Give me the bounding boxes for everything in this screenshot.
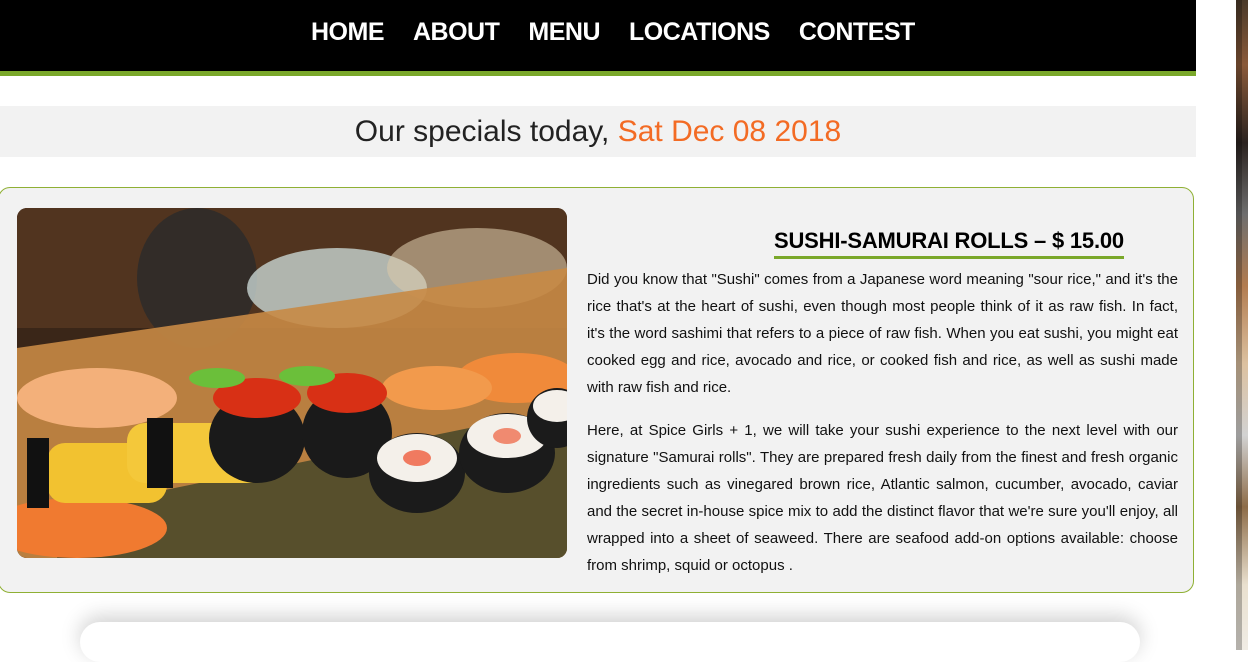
- nav-item-menu[interactable]: MENU: [528, 14, 600, 50]
- page: HOME ABOUT MENU LOCATIONS CONTEST Our sp…: [0, 0, 1196, 662]
- sushi-photo-illustration: [17, 208, 567, 558]
- window-edge: [1236, 0, 1242, 650]
- dish-description: Did you know that "Sushi" comes from a J…: [587, 266, 1178, 595]
- specials-prefix: Our specials today,: [354, 115, 618, 148]
- nav-item-locations[interactable]: LOCATIONS: [629, 14, 770, 50]
- window-gap: [1196, 0, 1236, 650]
- nav-item-home[interactable]: HOME: [311, 14, 385, 50]
- next-card-edge: [80, 622, 1140, 662]
- top-navbar: HOME ABOUT MENU LOCATIONS CONTEST: [0, 0, 1196, 76]
- nav-item-contest[interactable]: CONTEST: [799, 14, 915, 50]
- dish-paragraph: Here, at Spice Girls + 1, we will take y…: [587, 422, 1178, 574]
- sushi-photo: [17, 208, 567, 558]
- dish-paragraph: Did you know that "Sushi" comes from a J…: [587, 271, 1178, 396]
- dish-title: SUSHI-SAMURAI ROLLS – $ 15.00: [774, 228, 1124, 260]
- specials-heading: Our specials today, Sat Dec 08 2018: [0, 106, 1196, 157]
- nav-menu: HOME ABOUT MENU LOCATIONS CONTEST: [311, 14, 915, 50]
- adjacent-window-strip: [1196, 0, 1248, 650]
- specials-date: Sat Dec 08 2018: [617, 115, 842, 148]
- nav-item-about[interactable]: ABOUT: [413, 14, 500, 50]
